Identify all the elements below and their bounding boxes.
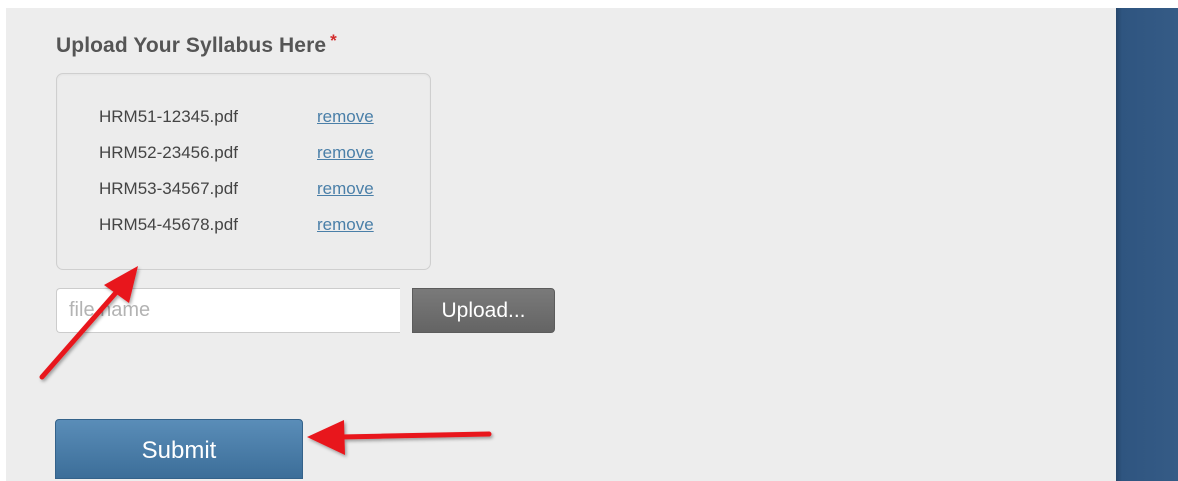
uploaded-files-list: HRM51-12345.pdf remove HRM52-23456.pdf r… [56,73,431,270]
remove-link[interactable]: remove [317,179,374,199]
file-name: HRM52-23456.pdf [99,143,238,162]
remove-link[interactable]: remove [317,215,374,235]
file-name-input[interactable] [56,288,400,333]
required-asterisk: * [330,31,337,50]
upload-heading-label: Upload Your Syllabus Here [56,34,327,57]
file-name: HRM51-12345.pdf [99,107,238,126]
upload-heading: Upload Your Syllabus Here * [56,31,337,58]
remove-link[interactable]: remove [317,107,374,127]
submit-button[interactable]: Submit [55,419,303,479]
upload-button[interactable]: Upload... [412,288,555,333]
file-name: HRM54-45678.pdf [99,215,238,234]
side-panel [1116,8,1178,481]
file-name: HRM53-34567.pdf [99,179,238,198]
remove-link[interactable]: remove [317,143,374,163]
